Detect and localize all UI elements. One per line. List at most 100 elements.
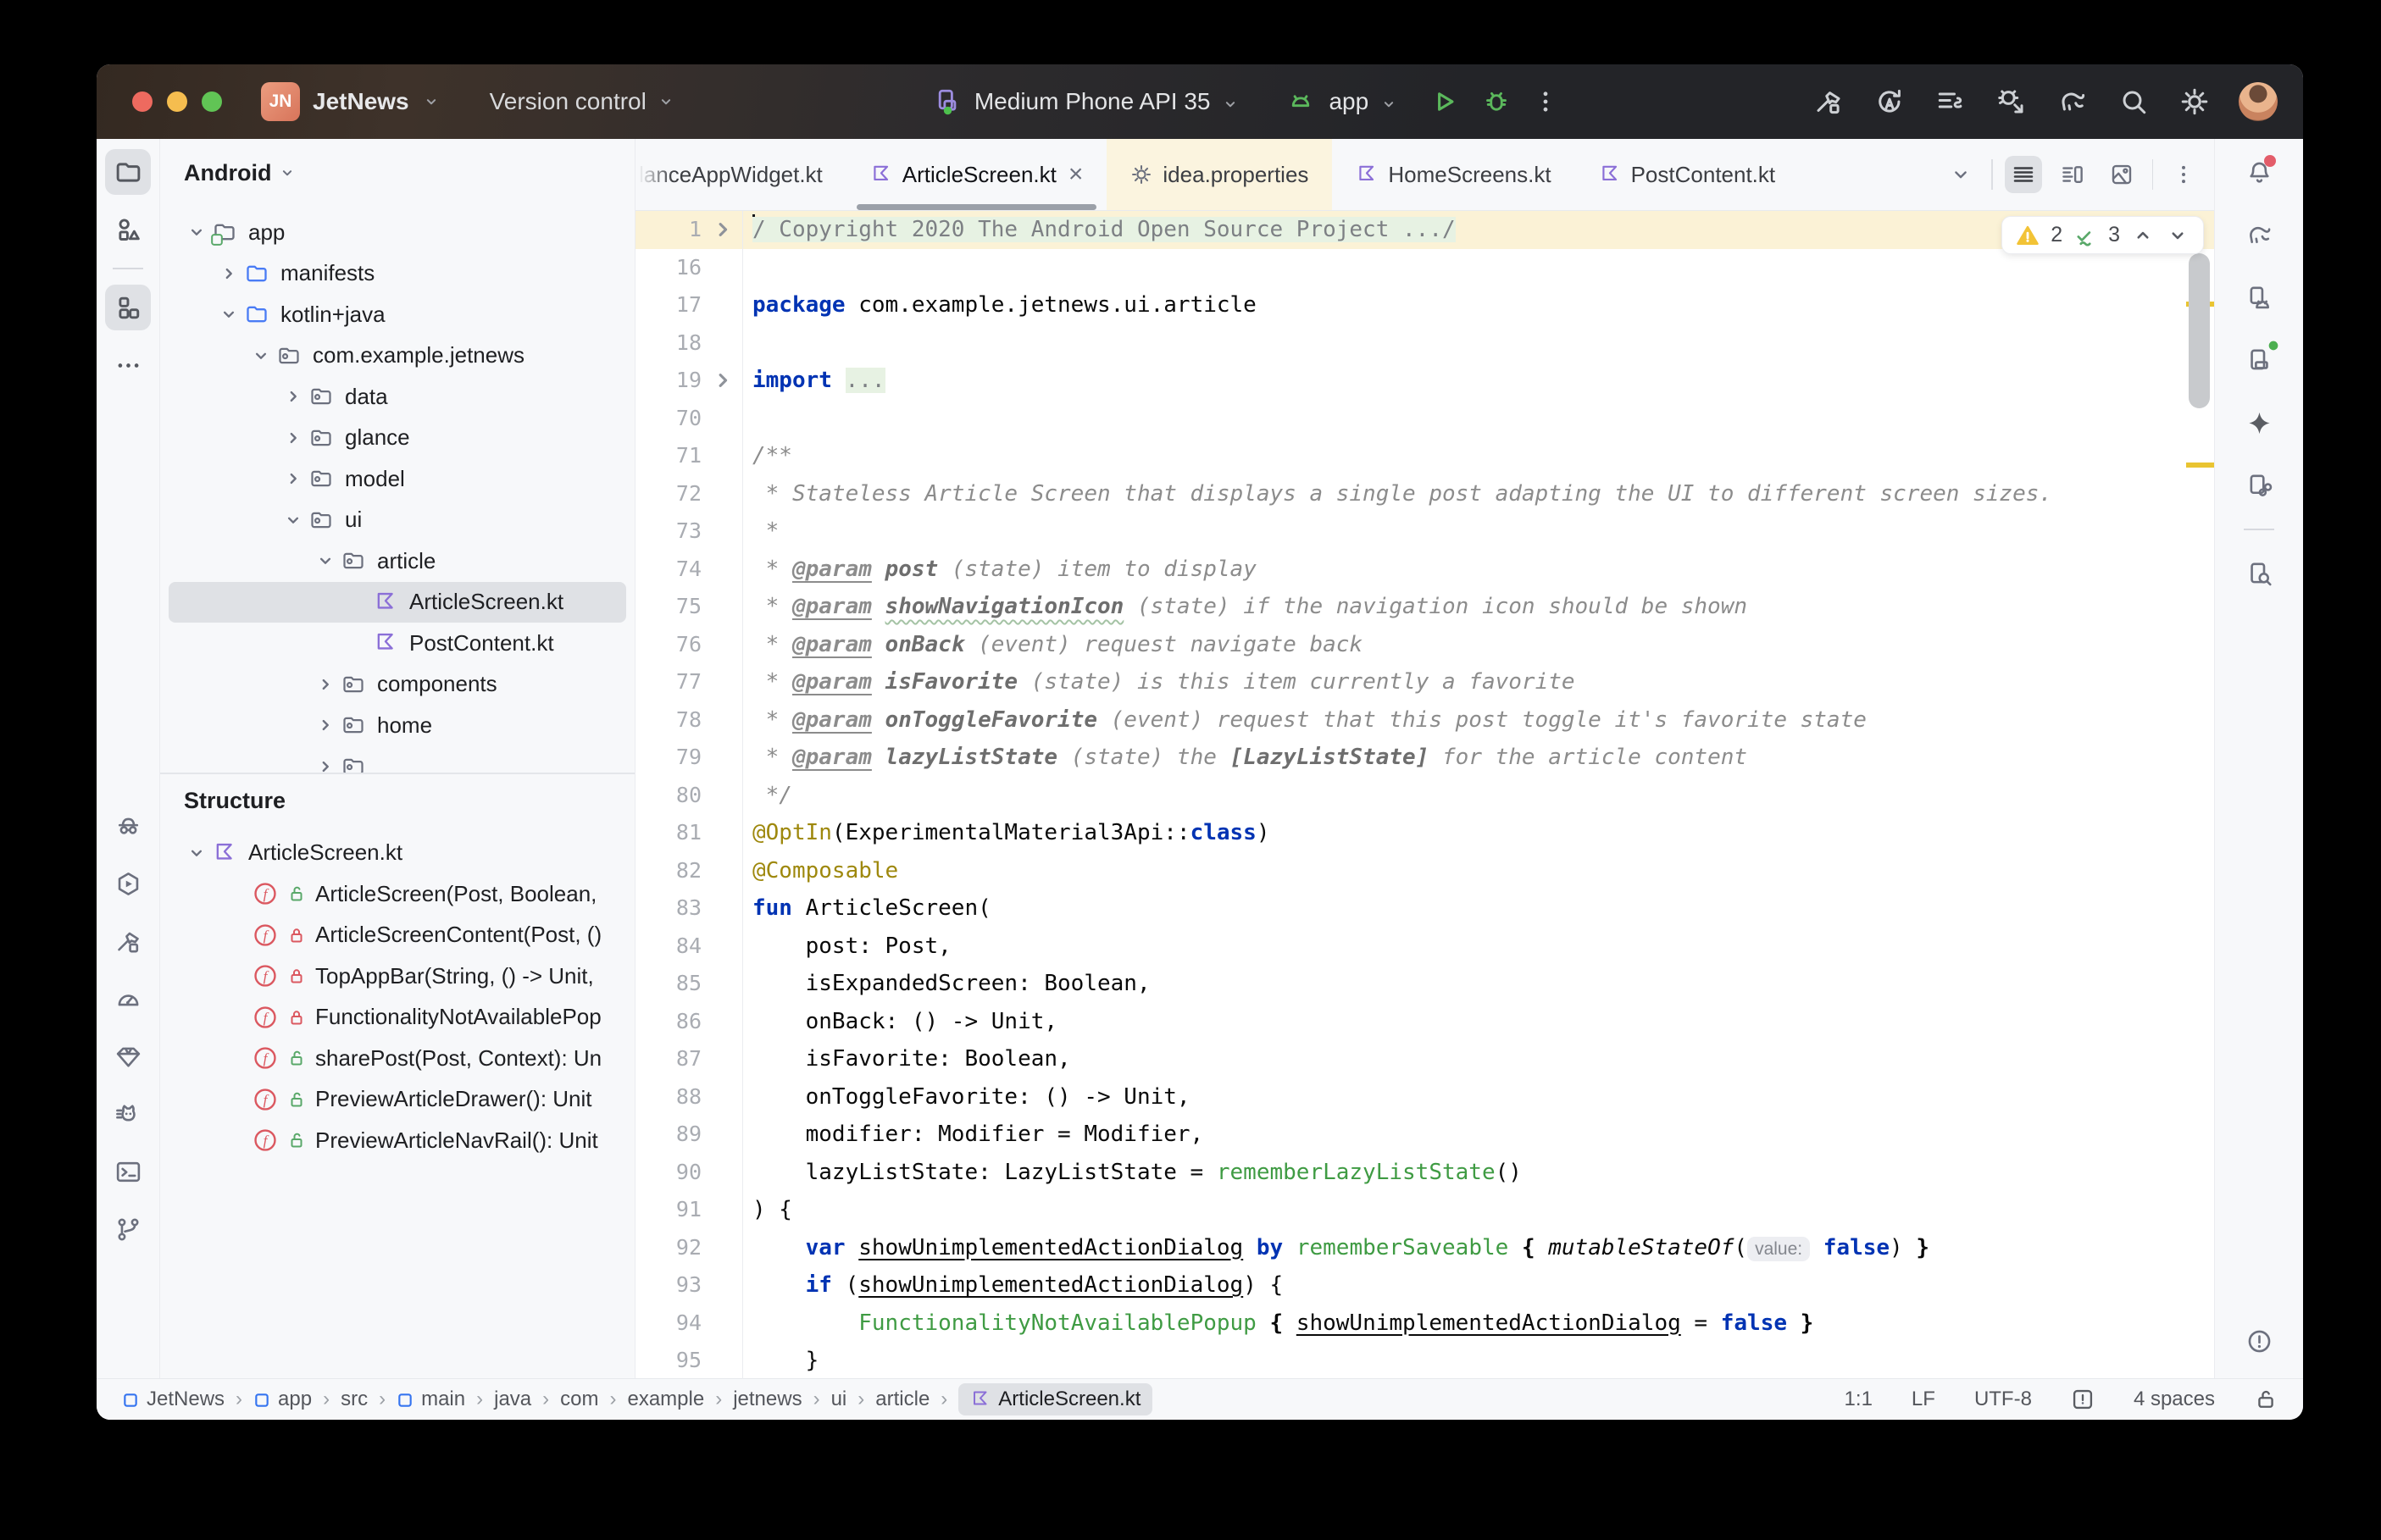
problems-icon[interactable] (2236, 1318, 2282, 1364)
code-line-72[interactable]: 72 * Stateless Article Screen that displ… (635, 475, 2214, 513)
breadcrumb-jetnews[interactable]: JetNews (122, 1388, 225, 1411)
project-widget[interactable]: JN JetNews (261, 82, 441, 121)
project-view-selector[interactable]: Android (160, 139, 635, 207)
breadcrumb-app[interactable]: app (253, 1388, 312, 1411)
inspections-status-icon[interactable] (2071, 1388, 2095, 1411)
chevron-down-icon[interactable] (182, 839, 211, 867)
code-line-87[interactable]: 87 isFavorite: Boolean, (635, 1040, 2214, 1078)
line-number[interactable]: 16 (635, 249, 742, 287)
code-line-75[interactable]: 75 * @param showNavigationIcon (state) i… (635, 588, 2214, 626)
line-number[interactable]: 79 (635, 739, 742, 777)
breadcrumb-ui[interactable]: ui (831, 1388, 847, 1411)
indent-widget[interactable]: 4 spaces (2134, 1388, 2215, 1411)
tree-item-com-example-jetnews[interactable]: com.example.jetnews (169, 335, 626, 377)
build-icon[interactable] (1812, 85, 1845, 119)
structure-root-file[interactable]: ArticleScreen.kt (169, 833, 626, 874)
chevron-right-icon[interactable] (279, 424, 308, 452)
code-line-74[interactable]: 74 * @param post (state) item to display (635, 551, 2214, 589)
chevron-right-icon[interactable] (311, 752, 340, 773)
editor-scrollbar-thumb[interactable] (2189, 253, 2210, 408)
breadcrumb-main[interactable]: main (397, 1388, 465, 1411)
tree-item-components[interactable]: components (169, 664, 626, 706)
device-mirroring-icon[interactable] (2236, 463, 2282, 508)
structure-function-item[interactable]: f PreviewArticleDrawer(): Unit (169, 1079, 626, 1121)
code-line-77[interactable]: 77 * @param isFavorite (state) is this i… (635, 663, 2214, 701)
device-manager-icon[interactable] (2236, 337, 2282, 383)
more-icon[interactable] (105, 342, 151, 388)
emulator-icon[interactable] (2236, 274, 2282, 320)
line-number[interactable]: 19 (635, 362, 742, 400)
run-button[interactable] (1427, 85, 1461, 119)
tree-item[interactable] (169, 746, 626, 773)
app-quality-insights-icon[interactable] (105, 803, 151, 849)
device-selector[interactable]: Medium Phone API 35 (930, 85, 1240, 119)
logcat-icon[interactable] (105, 1091, 151, 1137)
line-number[interactable]: 70 (635, 400, 742, 438)
caret-position-widget[interactable]: 1:1 (1845, 1388, 1873, 1411)
code-line-73[interactable]: 73 * (635, 512, 2214, 551)
structure-function-item[interactable]: f ArticleScreen(Post, Boolean, (169, 873, 626, 915)
fold-chevron-icon[interactable] (708, 366, 737, 395)
structure-function-item[interactable]: f FunctionalityNotAvailablePop (169, 997, 626, 1039)
running-list-icon[interactable] (1934, 85, 1968, 119)
chevron-down-icon[interactable] (247, 341, 275, 370)
line-number[interactable]: 89 (635, 1116, 742, 1154)
more-kebab-icon[interactable] (2165, 156, 2202, 193)
line-number[interactable]: 87 (635, 1040, 742, 1078)
encoding-widget[interactable]: UTF-8 (1974, 1388, 2032, 1411)
unlock-icon[interactable] (2254, 1388, 2278, 1411)
tree-item-articlescreen-kt[interactable]: ArticleScreen.kt (169, 581, 626, 623)
device-explorer-icon[interactable] (2236, 551, 2282, 596)
chevron-right-icon[interactable] (311, 670, 340, 699)
tree-item-glance[interactable]: glance (169, 418, 626, 459)
line-separator-widget[interactable]: LF (1912, 1388, 1935, 1411)
line-number[interactable]: 77 (635, 663, 742, 701)
line-number[interactable]: 1 (635, 211, 742, 249)
line-number[interactable]: 91 (635, 1191, 742, 1229)
fold-chevron-icon[interactable] (708, 215, 737, 244)
settings-icon[interactable] (2178, 85, 2212, 119)
tree-item-kotlin-java[interactable]: kotlin+java (169, 294, 626, 335)
warning-count[interactable]: 2 (2051, 223, 2062, 247)
chevron-right-icon[interactable] (311, 711, 340, 740)
app-inspection-icon[interactable] (105, 1033, 151, 1079)
code-line-89[interactable]: 89 modifier: Modifier = Modifier, (635, 1116, 2214, 1154)
tree-item-home[interactable]: home (169, 705, 626, 746)
tree-item-model[interactable]: model (169, 458, 626, 500)
tree-item-postcontent-kt[interactable]: PostContent.kt (169, 623, 626, 664)
vcs-widget[interactable]: Version control (490, 88, 675, 115)
code-editor[interactable]: 1/ Copyright 2020 The Android Open Sourc… (635, 211, 2214, 1379)
gradle-sync-icon[interactable] (2056, 85, 2090, 119)
code-line-18[interactable]: 18 (635, 324, 2214, 363)
code-line-82[interactable]: 82 @Composable (635, 852, 2214, 890)
structure-function-item[interactable]: f PreviewArticleNavRail(): Unit (169, 1120, 626, 1161)
services-icon[interactable] (105, 861, 151, 906)
code-line-86[interactable]: 86 onBack: () -> Unit, (635, 1003, 2214, 1041)
breadcrumb-jetnews[interactable]: jetnews (733, 1388, 802, 1411)
breadcrumb-articlescreen-kt[interactable]: ArticleScreen.kt (958, 1383, 1153, 1415)
notifications-icon[interactable] (2236, 149, 2282, 195)
line-number[interactable]: 74 (635, 551, 742, 589)
maximize-window-button[interactable] (202, 91, 222, 112)
breadcrumb-java[interactable]: java (494, 1388, 531, 1411)
chevron-right-icon[interactable] (279, 464, 308, 493)
line-number[interactable]: 72 (635, 475, 742, 513)
code-line-80[interactable]: 80 */ (635, 777, 2214, 815)
build-icon[interactable] (105, 918, 151, 964)
debug-button[interactable] (1479, 85, 1513, 119)
code-line-78[interactable]: 78 * @param onToggleFavorite (event) req… (635, 701, 2214, 740)
line-number[interactable]: 81 (635, 814, 742, 852)
terminal-icon[interactable] (105, 1149, 151, 1194)
tree-item-ui[interactable]: ui (169, 500, 626, 541)
code-line-88[interactable]: 88 onToggleFavorite: () -> Unit, (635, 1078, 2214, 1116)
chevron-down-icon[interactable] (279, 506, 308, 535)
structure-icon[interactable] (105, 285, 151, 330)
editor-tab-articlescreen-kt[interactable]: ArticleScreen.kt × (846, 139, 1107, 210)
code-line-71[interactable]: 71 /** (635, 437, 2214, 475)
next-problem-chevron-down-icon[interactable] (2166, 224, 2190, 247)
line-number[interactable]: 80 (635, 777, 742, 815)
close-icon[interactable]: × (1068, 162, 1084, 187)
structure-function-item[interactable]: f ArticleScreenContent(Post, () (169, 915, 626, 956)
chevron-down-icon[interactable] (182, 218, 211, 247)
tree-item-app[interactable]: app (169, 212, 626, 253)
